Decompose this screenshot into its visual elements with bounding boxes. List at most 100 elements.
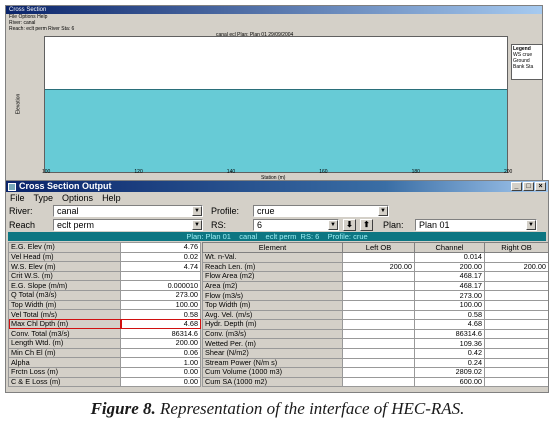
element-value: 0.58 bbox=[414, 309, 485, 321]
profile-label: Profile: bbox=[211, 206, 240, 216]
element-label: Wetted Per. (m) bbox=[202, 338, 343, 349]
menu-help[interactable]: Help bbox=[102, 192, 121, 204]
element-value bbox=[342, 271, 415, 282]
table-row: Conv. (m3/s) 86314.6 bbox=[202, 328, 548, 340]
element-value bbox=[484, 376, 548, 388]
row-label: Length Wtd. (m) bbox=[8, 338, 121, 349]
profile-select[interactable]: crue ▼ bbox=[253, 205, 389, 217]
table-row: Vel Total (m/s) 0.58 bbox=[8, 309, 201, 320]
element-value: 200.00 bbox=[414, 261, 485, 273]
element-value: 0.24 bbox=[414, 357, 485, 369]
element-value bbox=[342, 357, 415, 369]
rs-label: RS: bbox=[211, 220, 227, 230]
reach-value: eclt perm bbox=[57, 220, 95, 230]
col-header-right-ob: Right OB bbox=[484, 242, 548, 253]
table-row: Top Width (m) 100.00 bbox=[202, 299, 548, 311]
chevron-down-icon[interactable]: ▼ bbox=[328, 220, 338, 230]
element-value: 600.00 bbox=[414, 376, 485, 388]
element-label: Conv. (m3/s) bbox=[202, 328, 343, 340]
row-label: Vel Head (m) bbox=[8, 251, 121, 263]
river-row: River: canal ▼ Profile: crue ▼ bbox=[6, 204, 548, 218]
element-value bbox=[484, 367, 548, 378]
table-row: Min Ch El (m) 0.06 bbox=[8, 347, 201, 359]
table-row: C & E Loss (m) 0.00 bbox=[8, 376, 201, 388]
plan-label: Plan: bbox=[383, 220, 404, 230]
table-row: Frctn Loss (m) 0.00 bbox=[8, 366, 201, 378]
table-row: Top Width (m) 100.00 bbox=[8, 299, 201, 311]
river-select[interactable]: canal ▼ bbox=[53, 205, 203, 217]
x-tick-label: 160 bbox=[319, 169, 328, 175]
element-label: Avg. Vel. (m/s) bbox=[202, 309, 343, 321]
reach-row: Reach eclt perm ▼ RS: 6 ▼ ⬇ ⬆ Plan: Plan 0… bbox=[6, 218, 548, 232]
minimize-button[interactable]: _ bbox=[511, 182, 522, 191]
element-value: 86314.6 bbox=[414, 328, 485, 340]
element-label: Flow (m3/s) bbox=[202, 290, 343, 301]
next-station-up-button[interactable]: ⬆ bbox=[360, 219, 373, 231]
element-value bbox=[484, 357, 548, 369]
row-label: Frctn Loss (m) bbox=[8, 366, 121, 378]
element-value: 100.00 bbox=[414, 299, 485, 311]
table-row: Avg. Vel. (m/s) 0.58 bbox=[202, 309, 548, 321]
row-label: Top Width (m) bbox=[8, 299, 121, 311]
col-header-element: Element bbox=[202, 242, 343, 253]
row-value: 0.58 bbox=[120, 309, 201, 320]
maximize-button[interactable]: □ bbox=[523, 182, 534, 191]
element-value: 468.17 bbox=[414, 271, 485, 282]
menu-file[interactable]: File bbox=[10, 192, 25, 204]
table-row: Q Total (m3/s) 273.00 bbox=[8, 290, 201, 301]
cross-section-window: Cross Section File Options Help River: c… bbox=[5, 5, 543, 183]
reach-select[interactable]: eclt perm ▼ bbox=[53, 219, 203, 231]
menu-bar: File Type Options Help bbox=[6, 192, 548, 204]
row-label: E.G. Elev (m) bbox=[8, 242, 121, 253]
table-row: Cum SA (1000 m2) 600.00 bbox=[202, 376, 548, 388]
chevron-down-icon[interactable]: ▼ bbox=[526, 220, 536, 230]
river-label: River: bbox=[9, 206, 33, 216]
cross-section-output-window: Cross Section Output _ □ × File Type Opt… bbox=[5, 180, 549, 393]
menu-type[interactable]: Type bbox=[34, 192, 54, 204]
element-label: Shear (N/m2) bbox=[202, 347, 343, 359]
table-row: Cum Volume (1000 m3) 2809.02 bbox=[202, 367, 548, 378]
table-row: Area (m2) 468.17 bbox=[202, 280, 548, 292]
table-row: Shear (N/m2) 0.42 bbox=[202, 347, 548, 359]
row-value: 100.00 bbox=[120, 299, 201, 311]
row-label: C & E Loss (m) bbox=[8, 376, 121, 388]
plan-select[interactable]: Plan 01 ▼ bbox=[415, 219, 537, 231]
rs-select[interactable]: 6 ▼ bbox=[253, 219, 339, 231]
table-row: Stream Power (N/m s) 0.24 bbox=[202, 357, 548, 369]
table-row: Reach Len. (m) 200.00 200.00 200.00 bbox=[202, 261, 548, 273]
table-row: Length Wtd. (m) 200.00 bbox=[8, 338, 201, 349]
chevron-down-icon[interactable]: ▼ bbox=[192, 220, 202, 230]
table-row: Conv. Total (m3/s) 86314.6 bbox=[8, 328, 201, 340]
row-label: Max Chl Dpth (m) bbox=[8, 318, 121, 330]
chevron-down-icon[interactable]: ▼ bbox=[192, 206, 202, 216]
table-row: Wt. n-Val. 0.014 bbox=[202, 252, 548, 263]
caption-text: Representation of the interface of HEC-R… bbox=[155, 399, 465, 418]
chevron-down-icon[interactable]: ▼ bbox=[378, 206, 388, 216]
row-label: Q Total (m3/s) bbox=[8, 290, 121, 301]
next-station-down-button[interactable]: ⬇ bbox=[343, 219, 356, 231]
table-row: E.G. Slope (m/m) 0.000010 bbox=[8, 280, 201, 292]
element-label: Top Width (m) bbox=[202, 299, 343, 311]
row-value: 0.00 bbox=[120, 376, 201, 388]
element-value: 0.014 bbox=[414, 252, 485, 263]
close-button[interactable]: × bbox=[535, 182, 546, 191]
table-row: Flow Area (m2) 468.17 bbox=[202, 271, 548, 282]
element-value bbox=[342, 290, 415, 301]
element-label: Reach Len. (m) bbox=[202, 261, 343, 273]
table-row: Hydr. Depth (m) 4.68 bbox=[202, 319, 548, 330]
output-tables: E.G. Elev (m) 4.76 Vel Head (m) 0.02 W.S. El… bbox=[8, 242, 548, 388]
element-label: Cum SA (1000 m2) bbox=[202, 376, 343, 388]
element-value bbox=[484, 299, 548, 311]
caption-label: Figure 8. bbox=[90, 399, 156, 418]
river-value: canal bbox=[57, 206, 79, 216]
row-value: 86314.6 bbox=[120, 328, 201, 340]
menu-options[interactable]: Options bbox=[62, 192, 93, 204]
x-tick-label: 100 bbox=[42, 169, 51, 175]
row-value: 4.74 bbox=[120, 261, 201, 272]
element-value: 273.00 bbox=[414, 290, 485, 301]
element-value: 200.00 bbox=[484, 261, 548, 273]
element-label: Wt. n-Val. bbox=[202, 252, 343, 263]
element-label: Flow Area (m2) bbox=[202, 271, 343, 282]
element-value bbox=[342, 328, 415, 340]
x-tick-label: 120 bbox=[134, 169, 143, 175]
